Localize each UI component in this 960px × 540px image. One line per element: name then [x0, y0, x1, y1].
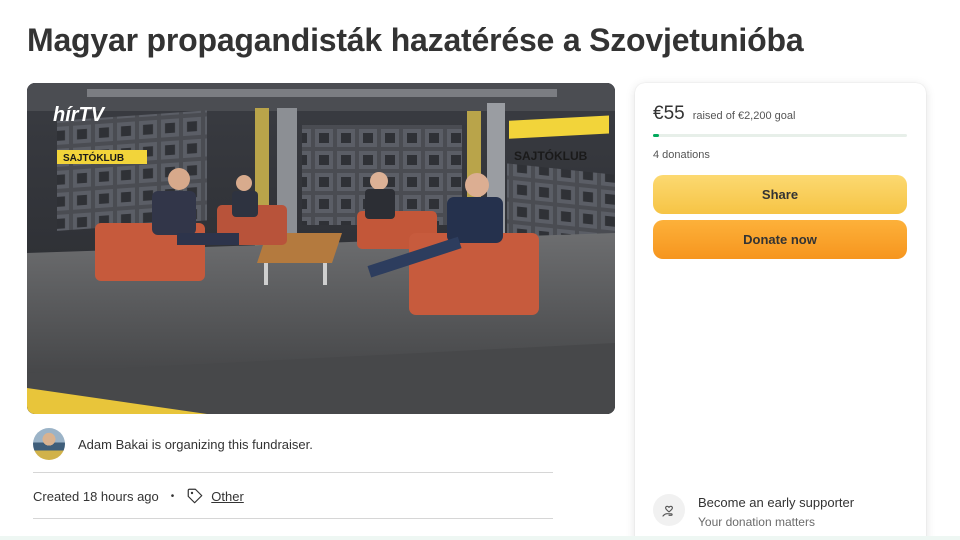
supporter-subtitle: Your donation matters — [698, 515, 815, 529]
organizer-text: Adam Bakai is organizing this fundraiser… — [78, 436, 313, 452]
campaign-hero-image: hírTV SAJTÓKLUB SAJTÓKLUB — [27, 83, 615, 414]
supporter-title: Become an early supporter — [698, 495, 855, 510]
bottom-strip — [0, 536, 960, 540]
amount-row: €55 raised of €2,200 goal — [653, 103, 795, 125]
channel-logo: hírTV — [53, 104, 106, 126]
page-title: Magyar propagandisták hazatérése a Szovj… — [27, 22, 804, 58]
goal-text: raised of €2,200 goal — [692, 110, 796, 122]
created-time: Created 18 hours ago — [33, 488, 159, 504]
hand-heart-icon — [653, 494, 685, 526]
category-link[interactable]: Other — [211, 489, 244, 504]
divider-top — [33, 472, 553, 473]
early-supporter-callout: Become an early supporter Your donation … — [653, 494, 854, 532]
tag-icon — [187, 488, 203, 504]
divider-bottom — [33, 518, 553, 519]
progress-bar — [653, 134, 907, 137]
organizer-avatar[interactable] — [33, 428, 65, 460]
show-label-left: SAJTÓKLUB — [63, 151, 124, 164]
donation-sidebar: €55 raised of €2,200 goal 4 donations Sh… — [635, 83, 926, 540]
raised-amount: €55 — [653, 103, 685, 124]
share-button[interactable]: Share — [653, 175, 907, 214]
progress-fill — [653, 134, 660, 137]
campaign-meta: Created 18 hours ago • Other — [33, 486, 244, 506]
show-label-right: SAJTÓKLUB — [514, 148, 588, 163]
donation-count: 4 donations — [653, 149, 710, 161]
studio-scene-image: hírTV SAJTÓKLUB SAJTÓKLUB — [27, 83, 615, 414]
organizer-row: Adam Bakai is organizing this fundraiser… — [33, 426, 553, 462]
meta-separator: • — [170, 490, 175, 502]
donate-now-button[interactable]: Donate now — [653, 220, 907, 259]
